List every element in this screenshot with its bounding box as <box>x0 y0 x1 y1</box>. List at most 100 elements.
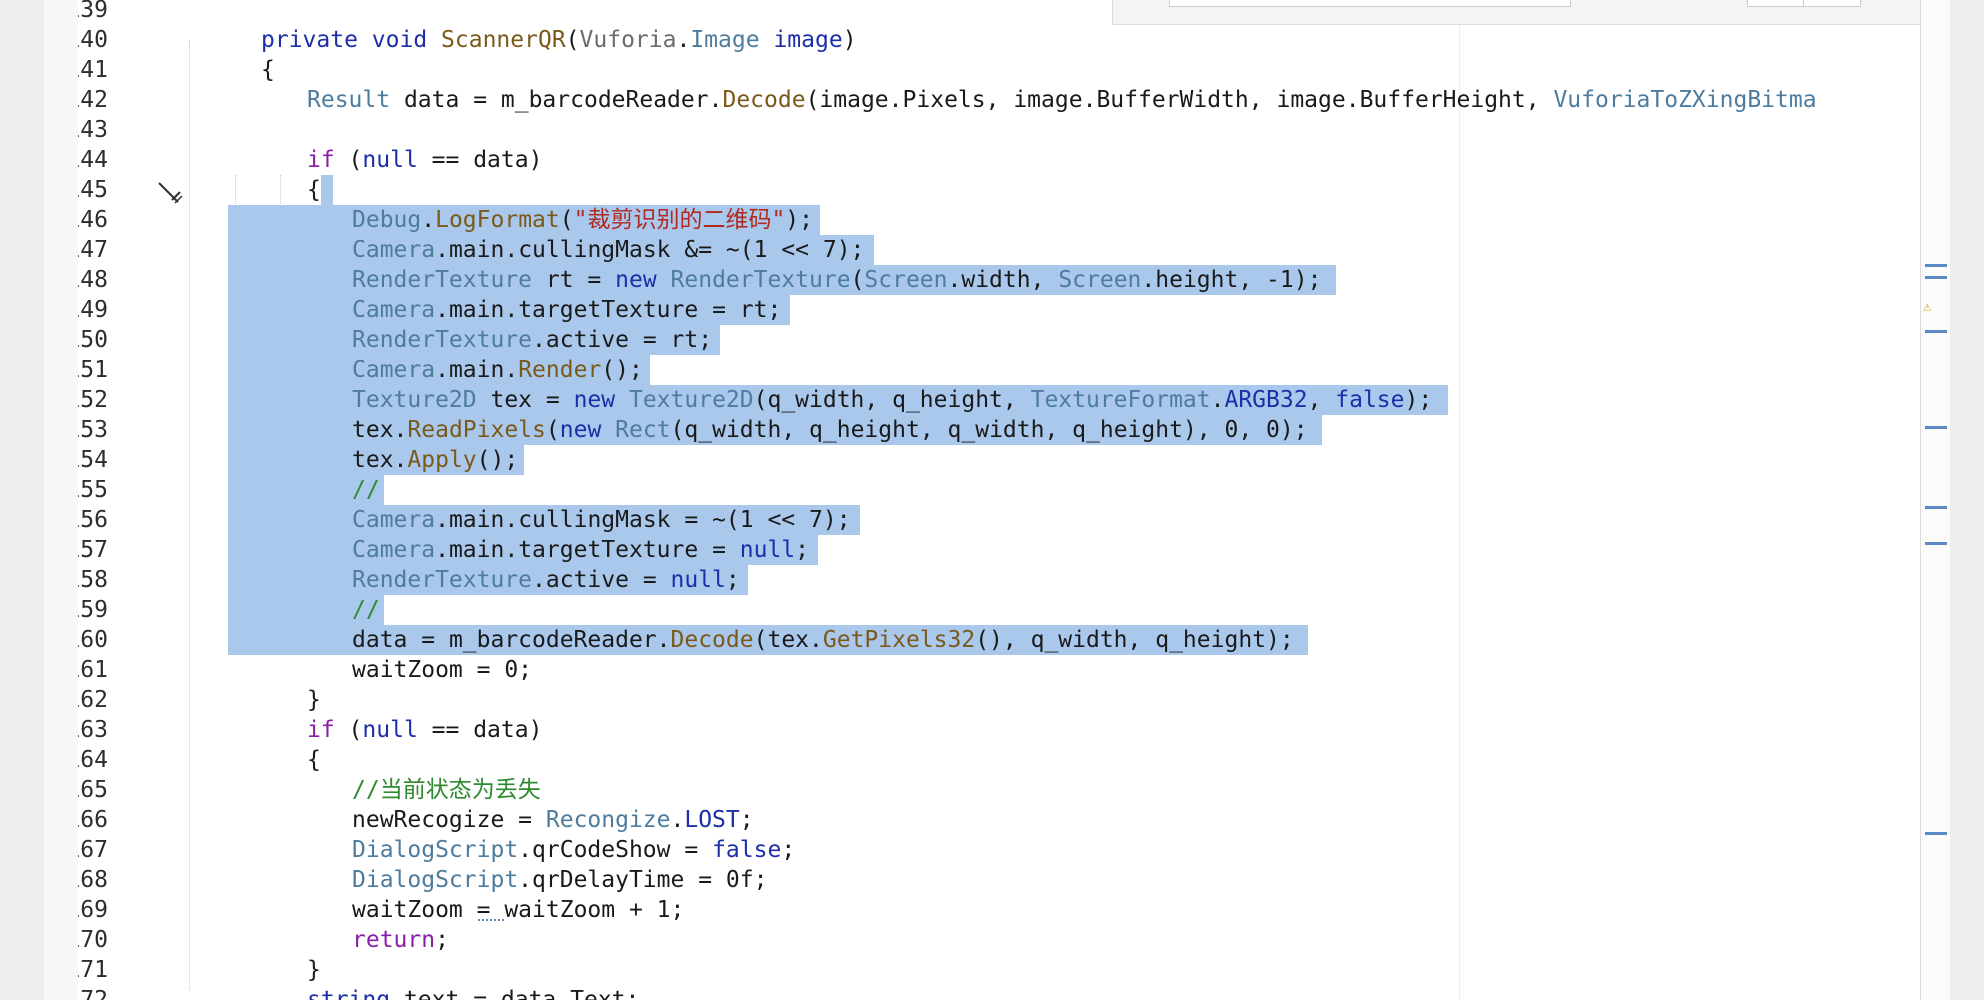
code-text[interactable]: { <box>261 55 275 85</box>
line-number: 172 <box>78 987 108 1000</box>
overview-marker[interactable] <box>1925 426 1947 429</box>
code-line[interactable]: 161 waitZoom = 0; <box>78 655 1920 685</box>
code-text[interactable]: // <box>352 475 380 505</box>
find-previous-button[interactable] <box>1747 0 1805 7</box>
warning-icon[interactable]: ⚠ <box>1923 300 1933 314</box>
code-text[interactable]: if (null == data) <box>307 715 542 745</box>
line-number: 147 <box>78 237 108 263</box>
find-next-button[interactable] <box>1803 0 1861 7</box>
code-text[interactable]: tex.Apply(); <box>352 445 518 475</box>
code-line[interactable]: 140 private void ScannerQR(Vuforia.Image … <box>78 25 1920 55</box>
overview-marker[interactable] <box>1925 330 1947 333</box>
overview-marker[interactable] <box>1925 276 1947 279</box>
code-line[interactable]: 154 tex.Apply(); <box>78 445 1920 475</box>
code-line[interactable]: 164 { <box>78 745 1920 775</box>
code-text[interactable]: } <box>307 955 321 985</box>
code-line[interactable]: 151 Camera.main.Render(); <box>78 355 1920 385</box>
code-text[interactable]: Texture2D tex = new Texture2D(q_width, q… <box>352 385 1432 415</box>
code-line[interactable]: 142 Result data = m_barcodeReader.Decode(… <box>78 85 1920 115</box>
line-number: 159 <box>78 597 108 623</box>
code-line[interactable]: 145 { <box>78 175 1920 205</box>
code-text[interactable]: } <box>307 685 321 715</box>
code-text[interactable]: Debug.LogFormat("裁剪识别的二维码"); <box>352 205 813 235</box>
code-line[interactable]: 152 Texture2D tex = new Texture2D(q_width… <box>78 385 1920 415</box>
code-line[interactable]: 163 if (null == data) <box>78 715 1920 745</box>
code-text[interactable]: //当前状态为丢失 <box>352 775 541 805</box>
overview-marker[interactable] <box>1925 542 1947 545</box>
code-line[interactable]: 143 <box>78 115 1920 145</box>
code-text[interactable]: { <box>307 745 321 775</box>
code-line[interactable]: 144 if (null == data) <box>78 145 1920 175</box>
code-text[interactable]: newRecogize = Recongize.LOST; <box>352 805 754 835</box>
line-number: 171 <box>78 957 108 983</box>
find-input[interactable] <box>1169 0 1571 7</box>
code-text[interactable]: Camera.main.targetTexture = rt; <box>352 295 781 325</box>
code-text[interactable]: if (null == data) <box>307 145 542 175</box>
line-number: 151 <box>78 357 108 383</box>
window-edge <box>1950 0 1984 1000</box>
code-line[interactable]: 170 return; <box>78 925 1920 955</box>
code-line[interactable]: 141 { <box>78 55 1920 85</box>
find-bar[interactable] <box>1112 0 1922 25</box>
line-number: 162 <box>78 687 108 713</box>
code-line[interactable]: 165 //当前状态为丢失 <box>78 775 1920 805</box>
code-line[interactable]: 166 newRecogize = Recongize.LOST; <box>78 805 1920 835</box>
overview-marker[interactable] <box>1925 264 1947 267</box>
code-text[interactable]: DialogScript.qrDelayTime = 0f; <box>352 865 767 895</box>
code-line[interactable]: 155 // <box>78 475 1920 505</box>
code-text[interactable]: Camera.main.cullingMask &= ~(1 << 7); <box>352 235 864 265</box>
code-line[interactable]: 159 // <box>78 595 1920 625</box>
code-line[interactable]: 169 waitZoom = waitZoom + 1; <box>78 895 1920 925</box>
code-text[interactable]: Camera.main.Render(); <box>352 355 643 385</box>
code-line[interactable]: 157 Camera.main.targetTexture = null; <box>78 535 1920 565</box>
code-line[interactable]: 149 Camera.main.targetTexture = rt; <box>78 295 1920 325</box>
code-text[interactable]: waitZoom = 0; <box>352 655 532 685</box>
code-text[interactable]: data = m_barcodeReader.Decode(tex.GetPix… <box>352 625 1294 655</box>
code-text[interactable]: private void ScannerQR(Vuforia.Image ima… <box>261 25 857 55</box>
code-line[interactable]: 160 data = m_barcodeReader.Decode(tex.Get… <box>78 625 1920 655</box>
line-number: 161 <box>78 657 108 683</box>
code-text[interactable]: Result data = m_barcodeReader.Decode(ima… <box>307 85 1817 115</box>
overview-ruler[interactable]: ⚠ <box>1920 0 1951 1000</box>
line-number: 168 <box>78 867 108 893</box>
spelling-underline <box>478 919 504 921</box>
code-line[interactable]: 162} <box>78 685 1920 715</box>
code-text[interactable]: // <box>352 595 380 625</box>
code-line[interactable]: 153 tex.ReadPixels(new Rect(q_width, q_he… <box>78 415 1920 445</box>
code-text[interactable]: { <box>307 175 321 205</box>
line-number: 152 <box>78 387 108 413</box>
code-line[interactable]: 172 string text = data.Text; <box>78 985 1920 1000</box>
code-text[interactable]: string text = data.Text; <box>307 985 639 1000</box>
code-text[interactable]: Camera.main.cullingMask = ~(1 << 7); <box>352 505 851 535</box>
code-line[interactable]: 147 Camera.main.cullingMask &= ~(1 << 7); <box>78 235 1920 265</box>
code-text[interactable]: tex.ReadPixels(new Rect(q_width, q_heigh… <box>352 415 1308 445</box>
code-text[interactable]: return; <box>352 925 449 955</box>
code-line[interactable]: 171} <box>78 955 1920 985</box>
code-line[interactable]: 150 RenderTexture.active = rt; <box>78 325 1920 355</box>
code-text[interactable]: RenderTexture.active = null; <box>352 565 740 595</box>
code-line[interactable]: 156 Camera.main.cullingMask = ~(1 << 7); <box>78 505 1920 535</box>
line-number: 146 <box>78 207 108 233</box>
line-number: 157 <box>78 537 108 563</box>
overview-marker[interactable] <box>1925 506 1947 509</box>
code-text[interactable]: Camera.main.targetTexture = null; <box>352 535 809 565</box>
code-line[interactable]: 146 Debug.LogFormat("裁剪识别的二维码"); <box>78 205 1920 235</box>
overview-marker[interactable] <box>1925 832 1947 835</box>
line-number: 166 <box>78 807 108 833</box>
line-number: 140 <box>78 27 108 53</box>
line-number: 150 <box>78 327 108 353</box>
code-line[interactable]: 148 RenderTexture rt = new RenderTexture(… <box>78 265 1920 295</box>
code-editor[interactable]: 139 140 private void ScannerQR(Vuforia.Ima… <box>78 0 1920 1000</box>
line-number: 139 <box>78 0 108 23</box>
code-text[interactable]: waitZoom = waitZoom + 1; <box>352 895 684 925</box>
code-text[interactable]: DialogScript.qrCodeShow = false; <box>352 835 795 865</box>
code-line[interactable]: 158 RenderTexture.active = null; <box>78 565 1920 595</box>
line-number: 144 <box>78 147 108 173</box>
code-text[interactable]: RenderTexture rt = new RenderTexture(Scr… <box>352 265 1321 295</box>
line-number: 164 <box>78 747 108 773</box>
line-number: 167 <box>78 837 108 863</box>
code-line[interactable]: 168 DialogScript.qrDelayTime = 0f; <box>78 865 1920 895</box>
code-text[interactable]: RenderTexture.active = rt; <box>352 325 712 355</box>
line-number: 154 <box>78 447 108 473</box>
code-line[interactable]: 167 DialogScript.qrCodeShow = false; <box>78 835 1920 865</box>
